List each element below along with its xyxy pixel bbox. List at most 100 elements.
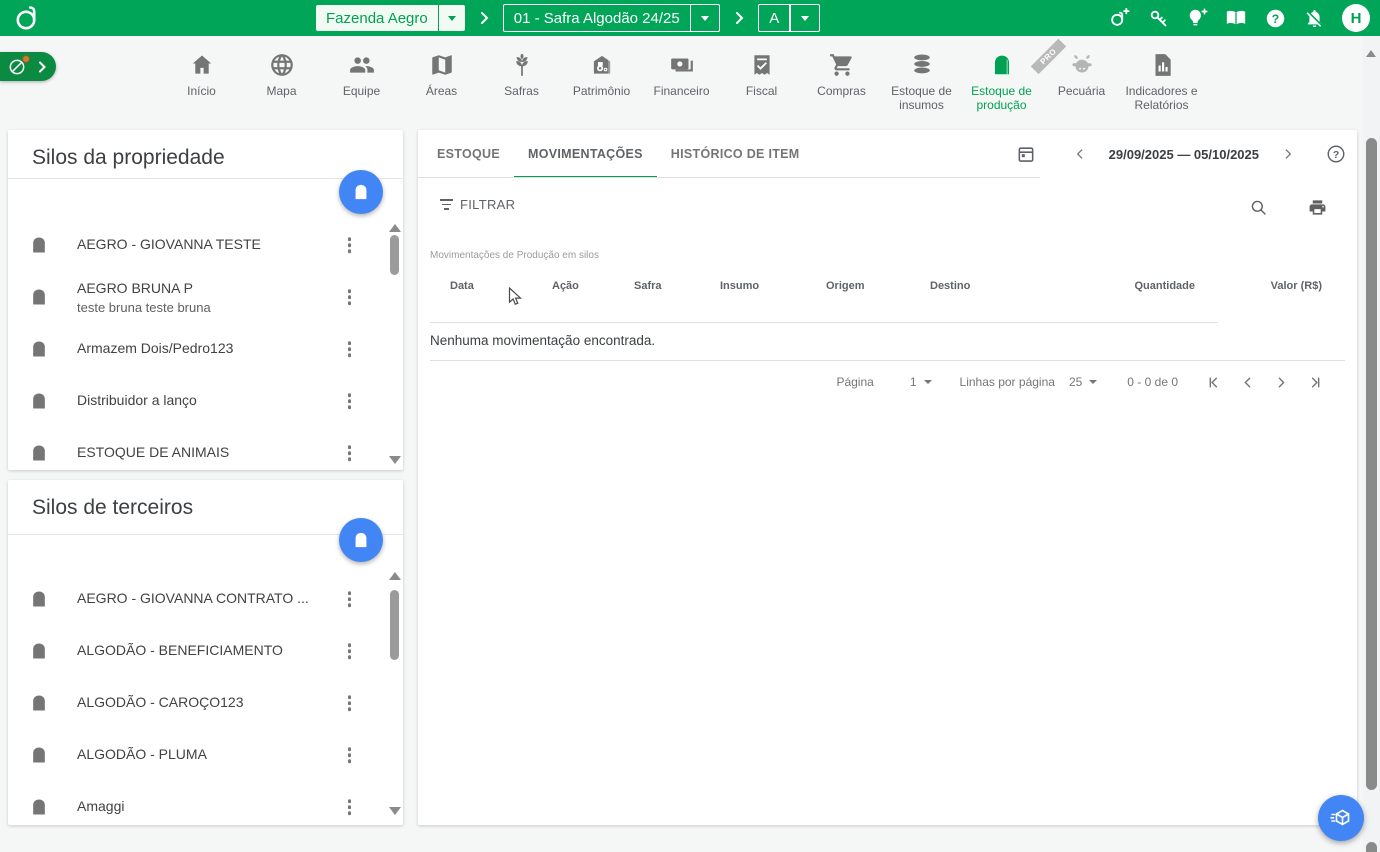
nav-item-equipe[interactable]: Equipe xyxy=(324,49,400,128)
column-header[interactable]: Valor (R$) xyxy=(1195,280,1322,292)
table-toolbar: FILTRAR xyxy=(418,178,1357,236)
list-item[interactable]: ALGODÃO - BENEFICIAMENTO xyxy=(8,625,403,677)
silo-icon xyxy=(29,745,49,765)
nav-item-patrimonio[interactable]: Patrimônio xyxy=(564,49,640,128)
next-period-button[interactable] xyxy=(1275,141,1301,167)
filter-button[interactable]: FILTRAR xyxy=(440,197,515,212)
date-range-controls: 29/09/2025 — 05/10/2025 ? xyxy=(1013,130,1349,178)
nav-item-compras[interactable]: Compras xyxy=(804,49,880,128)
list-item[interactable]: AEGRO BRUNA P teste bruna teste bruna xyxy=(8,271,403,323)
list-item[interactable]: ESTOQUE DE ANIMAIS xyxy=(8,427,403,470)
breadcrumb-chevron-icon xyxy=(479,12,489,24)
item-menu-button[interactable] xyxy=(344,441,356,465)
date-range-value[interactable]: 29/09/2025 — 05/10/2025 xyxy=(1093,147,1275,162)
nav-item-estoque-insumos[interactable]: Estoque de insumos xyxy=(884,49,960,128)
scroll-down-icon[interactable] xyxy=(389,807,401,815)
nav-item-financeiro[interactable]: Financeiro xyxy=(644,49,720,128)
column-header[interactable]: Destino xyxy=(930,280,1045,292)
nav-item-areas[interactable]: Áreas xyxy=(404,49,480,128)
list-scrollbar[interactable] xyxy=(388,572,401,815)
breadcrumb-chevron-icon xyxy=(734,12,744,24)
scrollbar-thumb[interactable] xyxy=(390,235,399,275)
app-window: Fazenda Aegro 01 - Safra Algodão 24/25 A xyxy=(0,0,1380,852)
lightbulb-plus-icon[interactable] xyxy=(1186,7,1208,29)
svg-text:?: ? xyxy=(1333,150,1339,161)
tab-historico-de-item[interactable]: HISTÓRICO DE ITEM xyxy=(657,130,814,178)
notification-dot xyxy=(22,55,30,63)
key-icon[interactable] xyxy=(1147,7,1169,29)
item-menu-button[interactable] xyxy=(344,389,356,413)
account-selector[interactable]: A xyxy=(758,4,820,32)
topbar: Fazenda Aegro 01 - Safra Algodão 24/25 A xyxy=(0,0,1380,36)
column-header[interactable]: Quantidade xyxy=(1045,280,1195,292)
previous-period-button[interactable] xyxy=(1067,141,1093,167)
nav-item-fiscal[interactable]: Fiscal xyxy=(724,49,800,128)
item-menu-button[interactable] xyxy=(344,743,356,767)
avatar[interactable]: H xyxy=(1342,4,1370,32)
scroll-down-icon[interactable] xyxy=(389,456,401,464)
item-menu-button[interactable] xyxy=(344,587,356,611)
scroll-up-icon[interactable] xyxy=(1366,50,1376,57)
help-outline-icon[interactable]: ? xyxy=(1323,141,1349,167)
add-third-party-silo-button[interactable] xyxy=(339,518,383,562)
referral-icon[interactable] xyxy=(1108,7,1130,29)
print-icon[interactable] xyxy=(1304,194,1330,220)
nav-item-indicadores[interactable]: Indicadores e Relatórios xyxy=(1124,49,1200,128)
column-header[interactable]: Ação xyxy=(552,280,634,292)
list-scrollbar[interactable] xyxy=(388,224,401,464)
nav-item-pecuaria[interactable]: PRO Pecuária xyxy=(1044,49,1120,128)
rows-per-page-select[interactable]: 25 xyxy=(1069,375,1097,389)
tab-bar: ESTOQUE MOVIMENTAÇÕES HISTÓRICO DE ITEM … xyxy=(418,130,1357,178)
column-header[interactable]: Origem xyxy=(826,280,930,292)
page-scrollbar[interactable] xyxy=(1363,36,1380,852)
column-header[interactable]: Safra xyxy=(634,280,720,292)
silo-icon xyxy=(351,530,371,550)
item-menu-button[interactable] xyxy=(344,337,356,361)
search-icon[interactable] xyxy=(1245,194,1271,220)
quick-movement-button[interactable] xyxy=(1318,795,1364,841)
scroll-up-icon[interactable] xyxy=(389,224,401,232)
scrollbar-thumb[interactable] xyxy=(390,590,399,660)
column-header[interactable]: Insumo xyxy=(720,280,826,292)
extension-overlay-pill[interactable] xyxy=(0,52,56,81)
page-select[interactable]: 1 xyxy=(910,375,932,389)
list-item[interactable]: ALGODÃO - CAROÇO123 xyxy=(8,677,403,729)
nav-item-estoque-producao[interactable]: Estoque de produção xyxy=(964,49,1040,128)
scrollbar-thumb[interactable] xyxy=(1366,138,1377,790)
pagination: Página 1 Linhas por página 25 0 - 0 de 0 xyxy=(836,373,1324,391)
tab-movimentacoes[interactable]: MOVIMENTAÇÕES xyxy=(514,130,657,178)
notifications-off-icon[interactable] xyxy=(1303,7,1325,29)
silo-icon xyxy=(989,49,1015,81)
season-selector[interactable]: 01 - Safra Algodão 24/25 xyxy=(503,4,720,32)
previous-page-button[interactable] xyxy=(1238,373,1256,391)
first-page-button[interactable] xyxy=(1204,373,1222,391)
farm-selector[interactable]: Fazenda Aegro xyxy=(316,5,465,31)
nav-item-safras[interactable]: Safras xyxy=(484,49,560,128)
item-menu-button[interactable] xyxy=(344,691,356,715)
next-page-button[interactable] xyxy=(1272,373,1290,391)
item-menu-button[interactable] xyxy=(344,795,356,819)
list-item[interactable]: Armazem Dois/Pedro123 xyxy=(8,323,403,375)
list-item[interactable]: AEGRO - GIOVANNA CONTRATO ... xyxy=(8,573,403,625)
tab-estoque[interactable]: ESTOQUE xyxy=(423,130,514,178)
help-icon[interactable]: ? xyxy=(1264,7,1286,29)
divider xyxy=(789,4,791,32)
calendar-icon[interactable] xyxy=(1013,141,1039,167)
list-item[interactable]: AEGRO - GIOVANNA TESTE xyxy=(8,219,403,271)
list-item[interactable]: Distribuidor a lanço xyxy=(8,375,403,427)
add-silo-button[interactable] xyxy=(339,170,383,214)
book-icon[interactable] xyxy=(1225,7,1247,29)
nav-item-mapa[interactable]: Mapa xyxy=(244,49,320,128)
list-item[interactable]: ALGODÃO - PLUMA xyxy=(8,729,403,781)
nav-item-inicio[interactable]: Início xyxy=(164,49,240,128)
list-item[interactable]: Amaggi xyxy=(8,781,403,825)
item-menu-button[interactable] xyxy=(344,233,356,257)
scroll-up-icon[interactable] xyxy=(389,572,401,580)
farm-selector-value: Fazenda Aegro xyxy=(316,10,438,27)
item-menu-button[interactable] xyxy=(344,639,356,663)
item-menu-button[interactable] xyxy=(344,285,356,309)
aegro-logo-icon[interactable] xyxy=(14,4,40,37)
third-party-silos-list: AEGRO - GIOVANNA CONTRATO ... ALGODÃO - … xyxy=(8,535,403,825)
column-header[interactable]: Data xyxy=(450,280,552,292)
last-page-button[interactable] xyxy=(1306,373,1324,391)
